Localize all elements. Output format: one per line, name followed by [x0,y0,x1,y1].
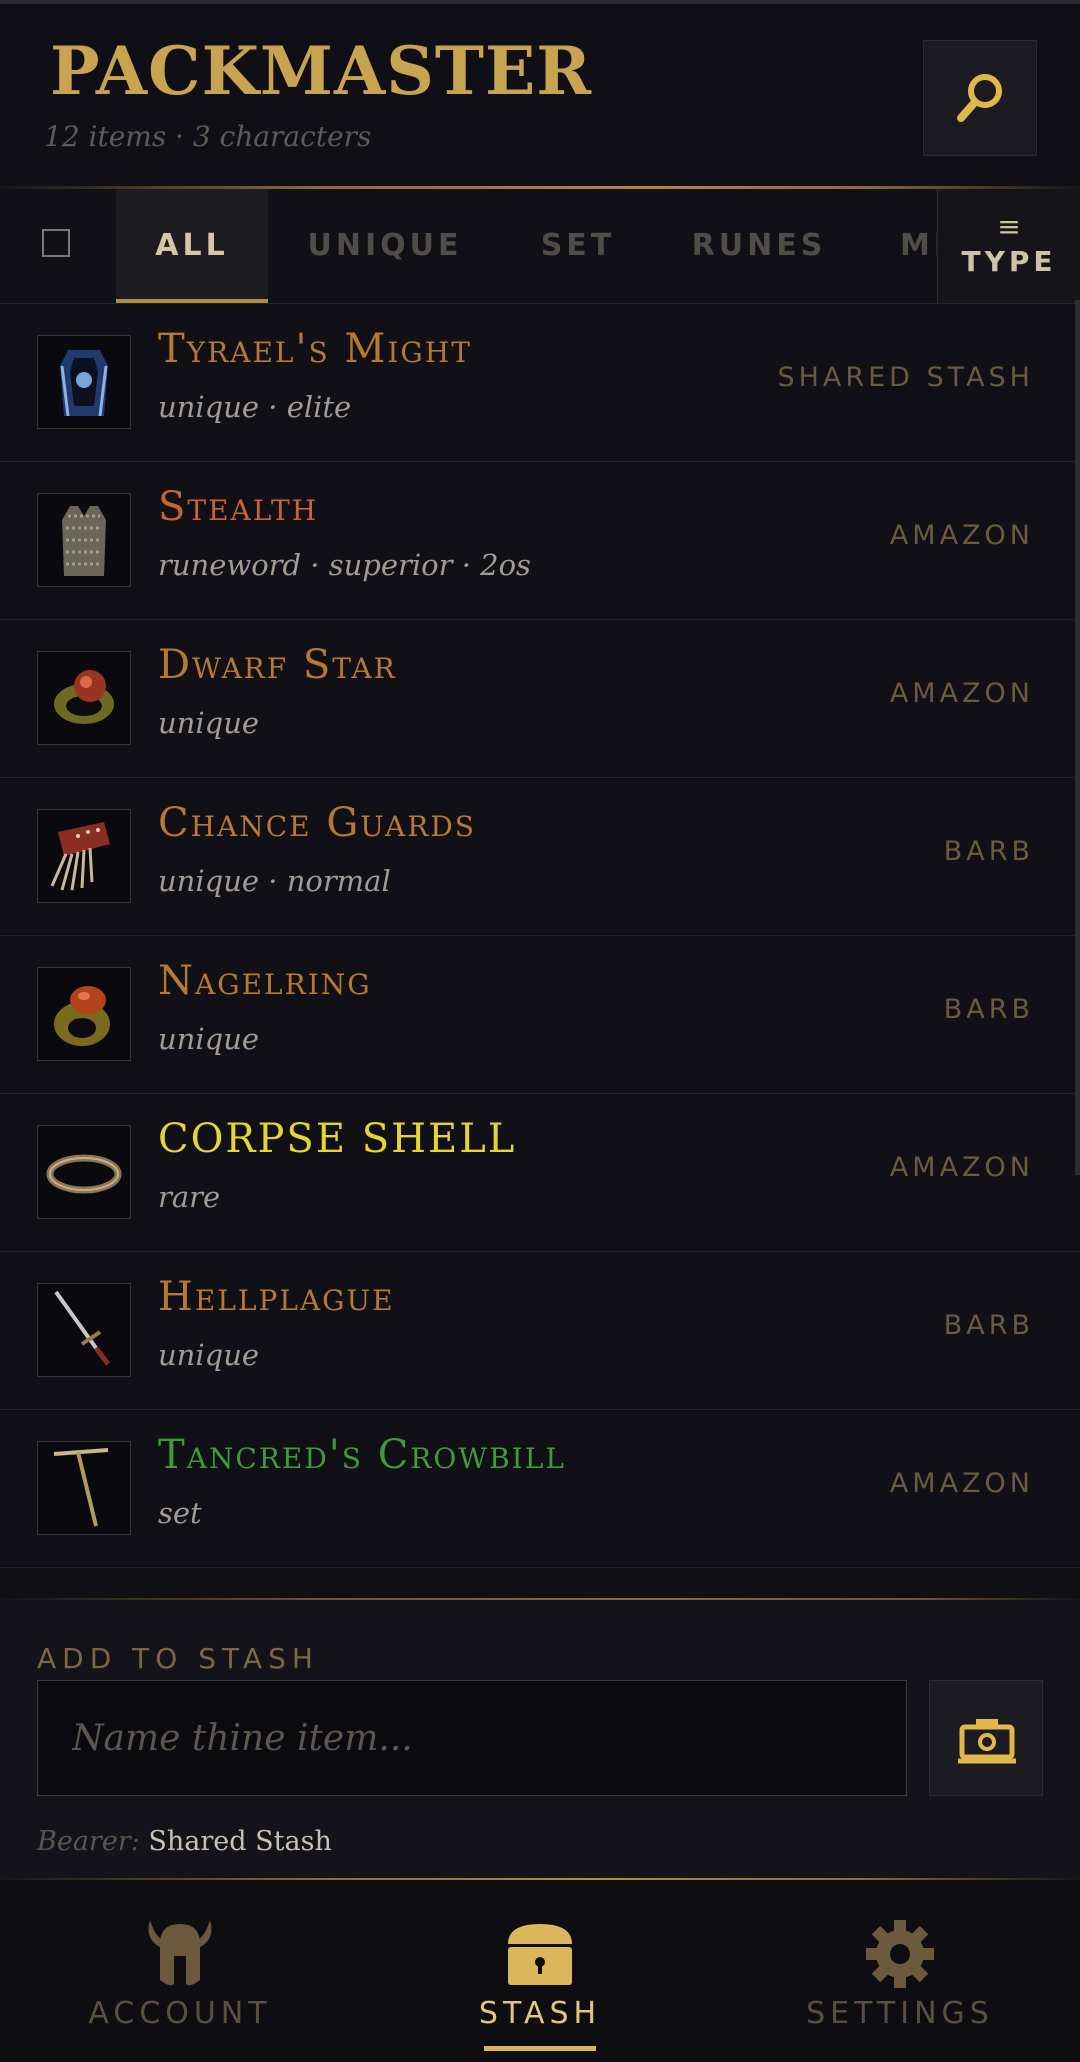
item-thumbnail [37,651,131,745]
nav-account[interactable]: ACCOUNT [30,1914,330,2034]
item-name: CORPSE SHELL [158,1116,517,1162]
bearer-value[interactable]: Shared Stash [148,1826,331,1857]
item-owner: AMAZON [889,1152,1034,1183]
item-thumbnail [37,809,131,903]
select-all-checkbox[interactable] [42,229,70,257]
gloves-icon [50,822,110,891]
list-item[interactable]: CORPSE SHELL rare AMAZON [0,1094,1080,1252]
list-item[interactable]: Tancred's Crowbill set AMAZON [0,1410,1080,1568]
item-thumbnail [37,1283,131,1377]
item-thumbnail [37,1125,131,1219]
app-header: PACKMASTER 12 items · 3 characters [0,4,1080,188]
pick-icon [53,1448,109,1527]
item-name: Tancred's Crowbill [158,1432,566,1478]
add-to-stash-heading: ADD TO STASH [37,1642,319,1675]
camera-icon [958,1719,1016,1764]
search-icon [957,74,1002,122]
item-thumbnail [37,1441,131,1535]
tab-runes[interactable]: RUNES [680,189,838,303]
nav-settings[interactable]: SETTINGS [750,1914,1050,2034]
chest-icon [508,1924,572,1985]
gear-icon [866,1920,934,1988]
app-title: PACKMASTER [50,32,593,110]
item-name: Tyrael's Might [158,326,472,372]
tab-set[interactable]: SET [528,189,628,303]
item-thumbnail [37,493,131,587]
list-item[interactable]: Stealth runeword · superior · 2os AMAZON [0,462,1080,620]
type-filter-label: TYPE [961,245,1057,278]
app-subtitle: 12 items · 3 characters [44,120,372,153]
bottom-navigation: ACCOUNT STASH SETTINGS [0,1878,1080,2062]
search-button[interactable] [923,40,1037,156]
nav-stash-label: STASH [478,1996,602,2031]
add-panel-divider [0,1598,1080,1600]
item-name-input[interactable] [37,1680,907,1796]
chainmail-icon [62,506,106,576]
filter-tab-bar: ALL UNIQUE SET RUNES MISC ≡ TYPE [0,189,1080,303]
ring-icon [54,986,110,1046]
item-meta: unique [158,1022,260,1056]
sword-icon [54,1290,110,1366]
item-name: Chance Guards [158,800,476,846]
item-name: Dwarf Star [158,642,397,688]
item-owner: AMAZON [889,678,1034,709]
item-name: Stealth [158,484,319,530]
bearer-label: Bearer: [37,1826,140,1857]
bearer-line: Bearer: Shared Stash [37,1826,332,1857]
list-scrollbar[interactable] [1075,300,1080,1175]
list-item[interactable]: Hellplague unique BARB [0,1252,1080,1410]
item-name: Hellplague [158,1274,395,1320]
item-meta: unique [158,1338,260,1372]
tab-unique[interactable]: UNIQUE [292,189,478,303]
nav-account-label: ACCOUNT [88,1996,272,2031]
item-meta: set [158,1496,202,1530]
menu-icon: ≡ [997,210,1021,243]
item-meta: unique · normal [158,864,391,898]
item-thumbnail [37,335,131,429]
item-meta: rare [158,1180,221,1214]
item-name: Nagelring [158,958,372,1004]
list-item[interactable]: Tyrael's Might unique · elite SHARED STA… [0,304,1080,462]
circlet-icon [46,1154,122,1194]
item-meta: unique [158,706,260,740]
item-owner: AMAZON [889,520,1034,551]
item-list: Tyrael's Might unique · elite SHARED STA… [0,304,1080,1600]
type-filter-button[interactable]: ≡ TYPE [937,189,1080,303]
item-owner: BARB [943,994,1034,1025]
nav-settings-label: SETTINGS [806,1996,994,2031]
armor-icon [60,350,108,417]
item-thumbnail [37,967,131,1061]
nav-stash[interactable]: STASH [390,1914,690,2034]
helmet-icon [148,1920,212,1986]
camera-button[interactable] [929,1680,1043,1796]
list-item[interactable]: Chance Guards unique · normal BARB [0,778,1080,936]
item-meta: runeword · superior · 2os [158,548,531,582]
ring-icon [54,670,114,724]
active-nav-indicator [484,2046,596,2051]
add-to-stash-panel: ADD TO STASH Bearer: Shared Stash [0,1598,1080,1878]
item-owner: BARB [943,1310,1034,1341]
item-owner: SHARED STASH [777,362,1034,393]
item-meta: unique · elite [158,390,352,424]
tab-all[interactable]: ALL [116,189,268,303]
nav-divider [0,1878,1080,1880]
list-item[interactable]: Nagelring unique BARB [0,936,1080,1094]
item-owner: BARB [943,836,1034,867]
list-item[interactable]: Dwarf Star unique AMAZON [0,620,1080,778]
item-owner: AMAZON [889,1468,1034,1499]
